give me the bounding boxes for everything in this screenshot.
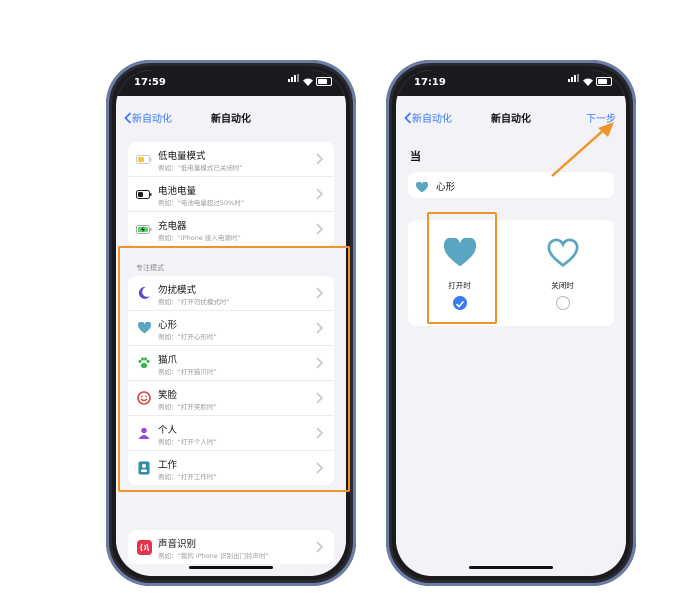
radio-unchecked[interactable]: [555, 296, 570, 310]
sound-recognition-icon: [136, 539, 152, 555]
annotation-arrow-icon: [551, 122, 614, 177]
sound-triggers-group: 声音识别 例如：“我的 iPhone 识别出门铃声时”: [128, 530, 334, 564]
chevron-right-icon: [316, 153, 324, 165]
chevron-right-icon: [316, 223, 324, 235]
item-title: 声音识别: [158, 539, 197, 550]
when-header: 当: [410, 150, 421, 163]
option-label: 关闭时: [551, 281, 574, 290]
focus-section-highlight: [118, 246, 350, 492]
list-item-low-power[interactable]: 低电量模式 例如：“低电量模式已关闭时”: [128, 142, 334, 177]
cellular-signal-icon: [288, 70, 300, 86]
item-subtitle: 例如：“电池电量超过50%时”: [158, 199, 245, 207]
outline-heart-icon: [546, 238, 579, 268]
list-item-battery-level[interactable]: 电池电量 例如：“电池电量超过50%时”: [128, 177, 334, 212]
status-time: 17:19: [414, 77, 446, 88]
low-power-battery-icon: [136, 151, 152, 167]
selected-focus-label: 心形: [436, 182, 456, 193]
notch: [179, 70, 283, 92]
battery-icon: [596, 77, 612, 86]
wifi-icon: [583, 78, 593, 86]
wifi-icon: [303, 78, 313, 86]
item-subtitle: 例如：“我的 iPhone 识别出门铃声时”: [158, 552, 269, 560]
item-title: 低电量模式: [158, 151, 206, 162]
battery-triggers-group: 低电量模式 例如：“低电量模式已关闭时” 电池电量 例如：“电池电量超过50%时…: [128, 142, 334, 246]
item-subtitle: 例如：“iPhone 接入电源时”: [158, 234, 241, 242]
heart-icon: [415, 178, 429, 197]
battery-icon: [316, 77, 332, 86]
battery-level-icon: [136, 186, 152, 202]
list-item-charger[interactable]: 充电器 例如：“iPhone 接入电源时”: [128, 212, 334, 246]
home-indicator: [189, 566, 273, 569]
notch: [459, 70, 563, 92]
charger-icon: [136, 221, 152, 237]
option-turn-off[interactable]: 关闭时: [511, 220, 614, 326]
list-item-sound-recognition[interactable]: 声音识别 例如：“我的 iPhone 识别出门铃声时”: [128, 530, 334, 564]
chevron-right-icon: [316, 188, 324, 200]
home-indicator: [469, 566, 553, 569]
status-icons: [568, 74, 612, 86]
selected-option-highlight: [427, 212, 497, 324]
chevron-right-icon: [316, 541, 324, 553]
item-title: 充电器: [158, 221, 187, 232]
status-icons: [288, 74, 332, 86]
nav-title: 新自动化: [211, 114, 251, 125]
item-subtitle: 例如：“低电量模式已关闭时”: [158, 164, 243, 172]
status-time: 17:59: [134, 77, 166, 88]
cellular-signal-icon: [568, 70, 580, 86]
nav-bar: 新自动化 新自动化: [116, 100, 346, 134]
item-title: 电池电量: [158, 186, 197, 197]
